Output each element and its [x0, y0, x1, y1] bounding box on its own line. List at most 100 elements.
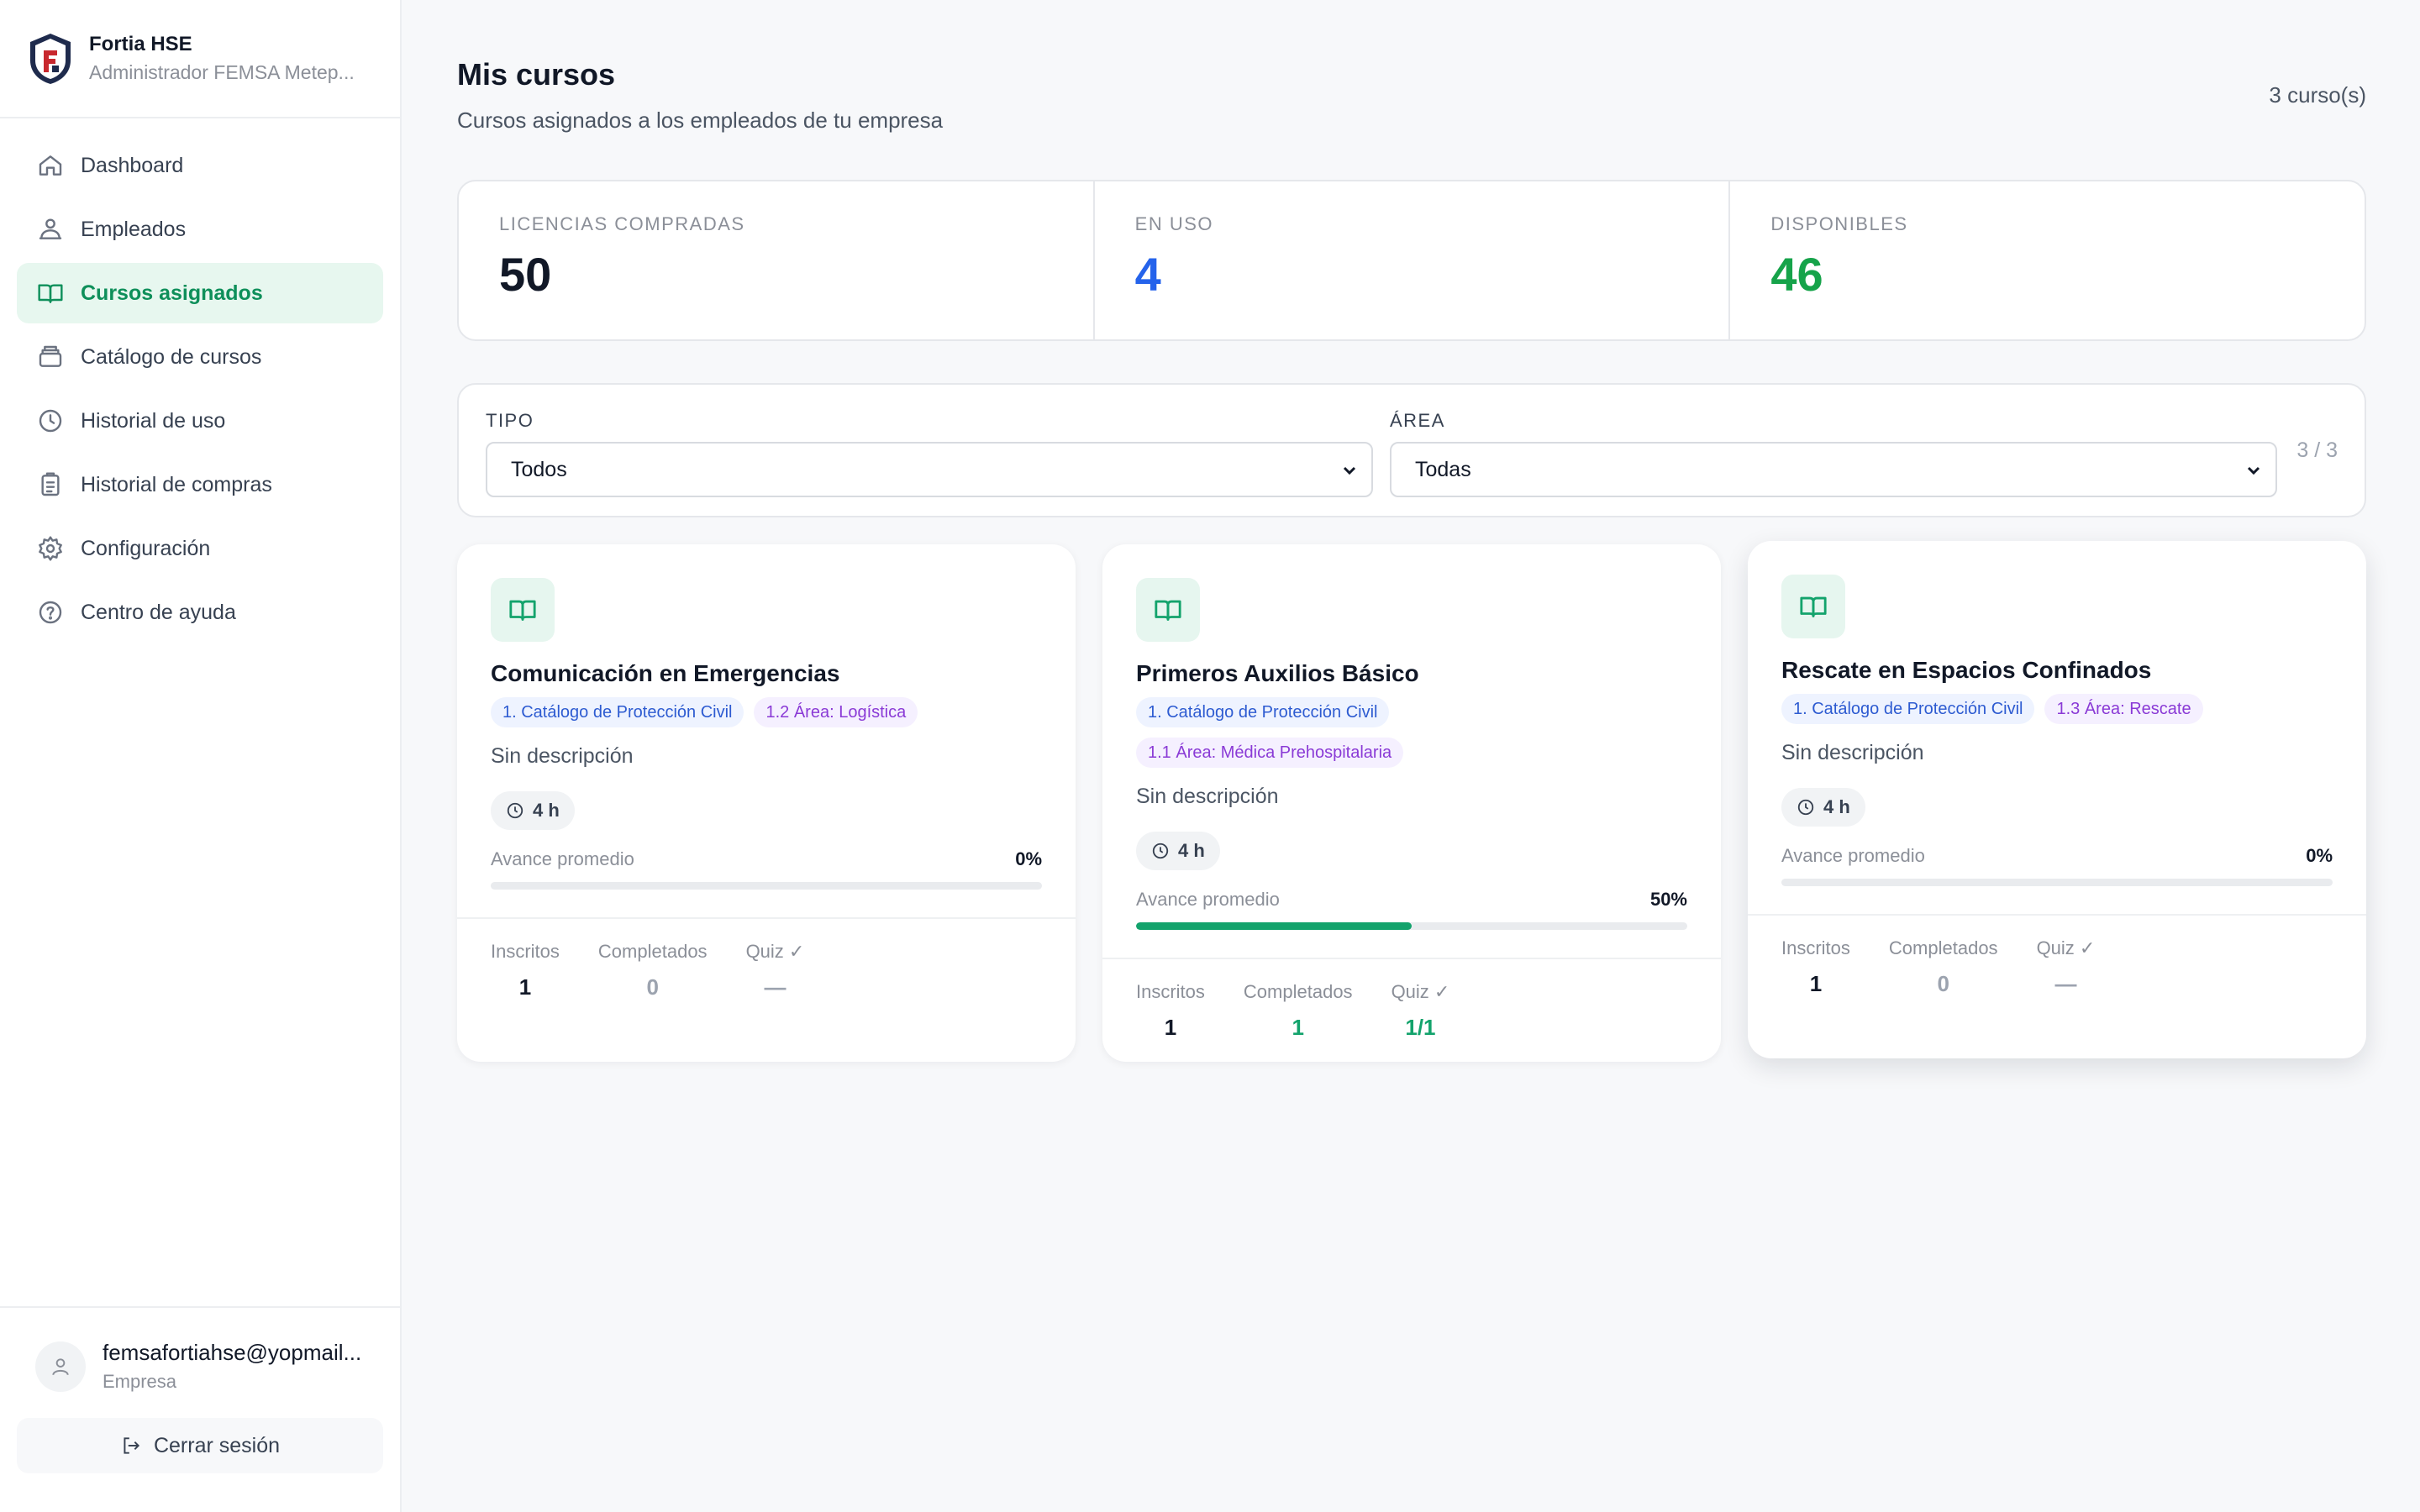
logout-button[interactable]: Cerrar sesión: [17, 1418, 383, 1473]
clock-icon: [1797, 799, 1814, 816]
metric-label: Inscritos: [1781, 937, 1850, 958]
catalog-tag: 1. Catálogo de Protección Civil: [491, 697, 744, 727]
logout-icon: [124, 1437, 140, 1454]
sidebar-item-label: Cursos asignados: [81, 281, 263, 305]
tipo-select[interactable]: Todos: [486, 442, 1373, 497]
area-select[interactable]: Todas: [1390, 442, 2277, 497]
clock-icon: [507, 802, 523, 819]
metric-label: Quiz ✓: [2036, 937, 2096, 958]
area-tag: 1.3 Área: Rescate: [2044, 694, 2203, 724]
metric-inscritos: Inscritos 1: [1136, 981, 1205, 1041]
course-card[interactable]: Comunicación en Emergencias 1. Catálogo …: [457, 544, 1076, 1062]
stat-licencias-compradas: LICENCIAS COMPRADAS 50: [459, 181, 1095, 339]
metric-label: Completados: [597, 941, 708, 962]
clock-icon: [39, 409, 62, 433]
sidebar-item-empleados[interactable]: Empleados: [17, 199, 383, 260]
sidebar-item-historial-compras[interactable]: Historial de compras: [17, 454, 383, 515]
catalog-icon: [39, 345, 62, 367]
stat-label: LICENCIAS COMPRADAS: [499, 213, 745, 234]
course-card[interactable]: Rescate en Espacios Confinados 1. Catálo…: [1748, 541, 2366, 1058]
course-title: Rescate en Espacios Confinados: [1781, 657, 2152, 683]
metric-inscritos: Inscritos 1: [1781, 937, 1850, 997]
receipt-icon: [41, 472, 60, 496]
catalog-tag: 1. Catálogo de Protección Civil: [1136, 697, 1390, 727]
sidebar-item-catalogo[interactable]: Catálogo de cursos: [17, 327, 383, 387]
course-description: Sin descripción: [491, 744, 634, 768]
sidebar-item-label: Historial de uso: [81, 408, 226, 433]
metric-label: Inscritos: [491, 941, 560, 962]
course-icon: [491, 578, 555, 642]
metric-quiz: Quiz ✓ —: [746, 941, 805, 1000]
course-icon: [1136, 578, 1200, 642]
duration-value: 4 h: [533, 800, 560, 821]
metric-completados: Completados 0: [598, 941, 708, 1000]
metric-label: Inscritos: [1136, 981, 1205, 1002]
sidebar-item-label: Historial de compras: [81, 472, 272, 496]
home-icon: [39, 155, 62, 176]
progress-percent: 50%: [1649, 889, 1687, 910]
metric-value: —: [2054, 971, 2077, 996]
book-icon: [1800, 596, 1827, 617]
progress-bar: [491, 882, 1042, 890]
progress-percent: 0%: [1015, 848, 1042, 869]
duration-badge: 4 h: [1136, 832, 1220, 870]
brand-name: Fortia HSE: [89, 33, 192, 55]
license-stats: LICENCIAS COMPRADAS 50 EN USO 4 DISPONIB…: [457, 180, 2366, 341]
sidebar-item-configuracion[interactable]: Configuración: [17, 518, 383, 579]
gear-icon: [39, 536, 62, 561]
course-count: 3 curso(s): [2269, 82, 2366, 108]
brand-header: Fortia HSE Administrador FEMSA Metep...: [0, 0, 400, 118]
user-email: femsafortiahse@yopmail...: [103, 1340, 362, 1365]
metric-value: 1: [518, 974, 532, 1000]
area-select-value: Todas: [1415, 457, 1471, 481]
sidebar-item-cursos-asignados[interactable]: Cursos asignados: [17, 263, 383, 323]
metric-value: 0: [646, 974, 659, 1000]
metric-value: 1: [1292, 1015, 1304, 1040]
tipo-label: TIPO: [486, 410, 534, 431]
page-subtitle: Cursos asignados a los empleados de tu e…: [457, 108, 944, 133]
card-divider: [457, 917, 1076, 919]
stat-label: DISPONIBLES: [1770, 213, 1908, 234]
tipo-select-value: Todos: [511, 457, 567, 481]
metric-label: Completados: [1888, 937, 1998, 958]
book-icon: [38, 284, 63, 303]
user-icon: [52, 1357, 69, 1375]
metric-label: Quiz ✓: [1391, 981, 1450, 1002]
stat-value: 50: [499, 248, 552, 301]
catalog-tag: 1. Catálogo de Protección Civil: [1781, 694, 2035, 724]
duration-badge: 4 h: [491, 791, 575, 830]
avatar: [35, 1341, 86, 1392]
book-icon: [1155, 600, 1181, 621]
course-description: Sin descripción: [1136, 785, 1279, 808]
metric-value: 1: [1164, 1015, 1177, 1040]
sidebar-item-ayuda[interactable]: Centro de ayuda: [17, 582, 383, 643]
course-card[interactable]: Primeros Auxilios Básico 1. Catálogo de …: [1102, 544, 1721, 1062]
stat-disponibles: DISPONIBLES 46: [1730, 181, 2365, 339]
progress-label: Avance promedio: [1781, 845, 1925, 866]
users-icon: [39, 218, 62, 239]
progress-bar-fill: [1136, 922, 1412, 930]
sidebar-item-label: Configuración: [81, 536, 211, 560]
card-divider: [1748, 914, 2366, 916]
duration-value: 4 h: [1178, 840, 1205, 861]
progress-label: Avance promedio: [1136, 889, 1280, 910]
stat-label: EN USO: [1134, 213, 1214, 234]
metric-value: 1/1: [1405, 1015, 1436, 1040]
sidebar-item-historial-uso[interactable]: Historial de uso: [17, 391, 383, 451]
area-label: ÁREA: [1390, 410, 1445, 431]
metric-value: 0: [1937, 971, 1949, 996]
sidebar-item-label: Dashboard: [81, 153, 184, 177]
sidebar-item-label: Empleados: [81, 217, 187, 241]
area-tag: 1.2 Área: Logística: [754, 697, 918, 727]
course-metrics: Inscritos 1 Completados 0 Quiz ✓ —: [491, 941, 804, 1000]
sidebar-item-dashboard[interactable]: Dashboard: [17, 135, 383, 196]
course-metrics: Inscritos 1 Completados 0 Quiz ✓ —: [1781, 937, 2095, 997]
user-role: Empresa: [103, 1371, 177, 1392]
page-title: Mis cursos: [457, 57, 616, 92]
stat-value: 4: [1134, 248, 1161, 301]
duration-value: 4 h: [1823, 796, 1850, 817]
help-icon: [39, 601, 62, 624]
course-tags: 1. Catálogo de Protección Civil 1.2 Área…: [491, 697, 1045, 727]
stat-en-uso: EN USO 4: [1095, 181, 1731, 339]
progress-bar: [1781, 879, 2333, 886]
